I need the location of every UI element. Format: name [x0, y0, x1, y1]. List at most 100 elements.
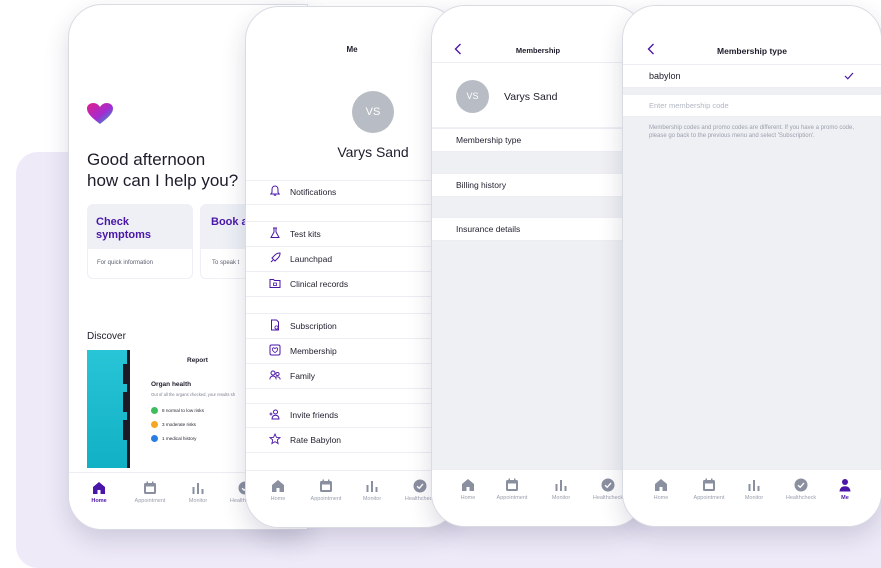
tab-home[interactable]: Home — [444, 474, 492, 501]
menu-item-label: Family — [290, 371, 316, 381]
list-item-label: Membership type — [456, 135, 522, 145]
bar-chart-icon — [555, 480, 567, 491]
tab-label: Monitor — [188, 498, 208, 504]
menu-item-family[interactable]: Family — [246, 363, 458, 389]
tab-label: Monitor — [362, 496, 382, 502]
menu-item-label: Notifications — [290, 187, 337, 197]
list-item-label: Insurance details — [456, 224, 521, 234]
tab-home[interactable]: Home — [637, 474, 685, 501]
menu-item-invite-friends[interactable]: Invite friends — [246, 402, 458, 428]
calendar-icon — [506, 478, 518, 491]
tab-label: Home — [91, 498, 107, 504]
tab-home[interactable]: Home — [75, 477, 123, 504]
membership-heart-icon — [269, 344, 281, 356]
tab-healthcheck[interactable]: Healthcheck — [777, 474, 825, 501]
list-item-insurance-details[interactable]: Insurance details — [432, 217, 644, 241]
tab-appointment[interactable]: Appointment — [302, 475, 350, 502]
calendar-icon — [144, 481, 156, 494]
tab-monitor[interactable]: Monitor — [730, 474, 778, 501]
menu-item-subscription[interactable]: Subscription — [246, 313, 458, 339]
menu-item-label: Clinical records — [290, 279, 349, 289]
membership-code-input[interactable]: Enter membership code — [623, 94, 881, 117]
tab-monitor[interactable]: Monitor — [537, 474, 585, 501]
menu-item-label: Rate Babylon — [290, 435, 342, 445]
menu-item-membership[interactable]: Membership — [246, 338, 458, 364]
binding-clip — [123, 364, 127, 384]
family-icon — [269, 370, 281, 380]
document-icon — [271, 319, 279, 331]
tab-label: Appointment — [693, 495, 725, 501]
rocket-icon — [270, 252, 281, 263]
bottom-tab-bar: Home Appointment Monitor Healthcheck — [432, 469, 644, 526]
list-item-billing-history[interactable]: Billing history — [432, 173, 644, 197]
checkmark-icon — [844, 72, 854, 80]
menu-item-label: Test kits — [290, 229, 321, 239]
list-item-label: Billing history — [456, 180, 507, 190]
card-subtitle: To speak t — [212, 260, 240, 266]
avatar[interactable]: VS — [352, 91, 394, 133]
tab-label: Home — [460, 495, 476, 501]
section-gap — [246, 205, 458, 221]
tab-label: Appointment — [310, 496, 342, 502]
tab-appointment[interactable]: Appointment — [126, 477, 174, 504]
check-symptoms-card[interactable]: Check symptoms For quick information — [87, 204, 193, 279]
card-subtitle: For quick information — [97, 260, 154, 266]
option-label: babylon — [649, 71, 681, 81]
check-circle-icon — [413, 479, 427, 493]
profile-header: VS Varys Sand — [432, 62, 644, 127]
tab-me[interactable]: Me — [821, 474, 869, 501]
home-icon — [93, 482, 105, 494]
bottom-tab-bar: Home Appointment Monitor Healthcheck — [246, 470, 458, 527]
menu-item-label: Invite friends — [290, 410, 339, 420]
option-babylon[interactable]: babylon — [623, 64, 881, 88]
membership-title: Membership — [515, 46, 561, 55]
report-item-label: 3 moderate risks — [162, 422, 196, 427]
tab-label: Appointment — [134, 498, 166, 504]
phone-membership-screen: Membership VS Varys Sand Membership type… — [431, 5, 645, 527]
bar-chart-icon — [366, 481, 378, 492]
bell-icon — [269, 185, 281, 196]
binding-clip — [123, 420, 127, 440]
report-description: Out of all the organs checked, your resu… — [151, 392, 236, 397]
profile-name: Varys Sand — [337, 144, 409, 160]
bar-chart-icon — [748, 480, 760, 491]
phone-membership-type-screen: Membership type babylon Enter membership… — [622, 5, 881, 527]
tab-label: Monitor — [744, 495, 764, 501]
menu-item-rate-babylon[interactable]: Rate Babylon — [246, 427, 458, 453]
menu-item-test-kits[interactable]: Test kits — [246, 221, 458, 247]
phone-me-screen: Me VS Varys Sand Notifications Test kits… — [245, 6, 459, 528]
home-icon — [272, 480, 284, 492]
tab-label: Home — [270, 496, 286, 502]
green-check-icon — [151, 407, 158, 414]
menu-item-clinical-records[interactable]: Clinical records — [246, 271, 458, 297]
tab-label: Monitor — [551, 495, 571, 501]
tab-monitor[interactable]: Monitor — [174, 477, 222, 504]
section-gap — [246, 389, 458, 403]
card-title: Check symptoms — [96, 216, 152, 241]
list-item-membership-type[interactable]: Membership type — [432, 128, 644, 152]
tab-home[interactable]: Home — [254, 475, 302, 502]
membership-note: Membership codes and promo codes are dif… — [649, 125, 855, 139]
tab-appointment[interactable]: Appointment — [488, 474, 536, 501]
home-icon — [462, 479, 474, 491]
tab-appointment[interactable]: Appointment — [685, 474, 733, 501]
report-binding — [127, 350, 130, 468]
tab-label: Home — [653, 495, 669, 501]
card-subtitle-area: For quick information — [87, 248, 193, 279]
bar-chart-icon — [192, 483, 204, 494]
add-user-icon — [269, 409, 280, 420]
babylon-heart-logo — [87, 103, 113, 124]
star-icon — [269, 433, 281, 445]
profile-name: Varys Sand — [504, 91, 558, 103]
menu-item-notifications[interactable]: Notifications — [246, 179, 458, 205]
tab-label: Me — [841, 495, 849, 501]
report-item-label: 1 medical history — [162, 436, 197, 441]
membership-code-placeholder: Enter membership code — [649, 101, 729, 110]
calendar-icon — [320, 479, 332, 492]
tab-label: Healthcheck — [785, 495, 817, 501]
tab-label: Appointment — [496, 495, 528, 501]
menu-item-launchpad[interactable]: Launchpad — [246, 246, 458, 272]
avatar[interactable]: VS — [456, 80, 489, 113]
tab-monitor[interactable]: Monitor — [348, 475, 396, 502]
user-icon — [839, 479, 851, 492]
